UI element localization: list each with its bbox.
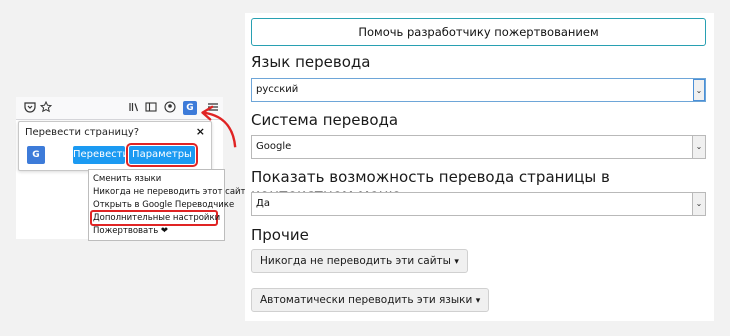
pocket-icon[interactable] [23,101,37,115]
translate-popup: Перевести страницу? × G Перевести Параме… [18,121,212,178]
params-button-label: Параметры [132,149,192,160]
chevron-down-icon: ⌄ [692,136,705,158]
menu-item-never-translate-site[interactable]: Никогда не переводить этот сайт [93,187,246,197]
menu-item-change-languages[interactable]: Сменить языки [93,174,161,184]
chevron-down-icon: ▾ [454,257,459,267]
menu-item-donate[interactable]: Пожертвовать ❤ [93,226,168,236]
menu-item-advanced-settings[interactable]: Дополнительные настройки [93,213,220,223]
chevron-down-icon: ⌄ [693,79,705,101]
auto-translate-languages-button[interactable]: Автоматически переводить эти языки ▾ [251,288,490,312]
context-menu-select[interactable]: Да ⌄ [251,192,706,216]
red-arrow-annotation [201,105,237,148]
params-dropdown-menu: Сменить языки Никогда не переводить этот… [88,169,246,241]
translate-button[interactable]: Перевести [73,146,129,164]
library-icon[interactable] [127,101,141,115]
account-icon[interactable] [163,101,177,115]
translate-logo-icon: G [27,146,45,164]
target-language-label: Язык перевода [251,53,371,71]
target-language-select[interactable]: русский ⌄ [251,78,706,102]
popup-title: Перевести страницу? [25,127,140,138]
star-icon[interactable] [39,100,53,115]
context-menu-value: Да [256,198,270,209]
settings-panel: Помочь разработчику пожертвованием Язык … [245,13,714,321]
translation-engine-value: Google [256,141,292,152]
never-translate-sites-button[interactable]: Никогда не переводить эти сайты ▾ [251,249,468,273]
other-section-label: Прочие [251,226,309,244]
chevron-down-icon: ⌄ [692,193,705,215]
sidebar-icon[interactable] [144,101,158,115]
donate-button[interactable]: Помочь разработчику пожертвованием [251,18,706,46]
menu-item-open-google-translate[interactable]: Открыть в Google Переводчике [93,200,234,210]
chevron-down-icon: ▾ [475,296,481,306]
auto-translate-languages-label: Автоматически переводить эти языки [260,294,473,306]
translation-engine-label: Система перевода [251,111,399,129]
target-language-value: русский [256,84,299,95]
never-translate-sites-label: Никогда не переводить эти сайты [260,255,451,267]
translation-engine-select[interactable]: Google ⌄ [251,135,706,159]
